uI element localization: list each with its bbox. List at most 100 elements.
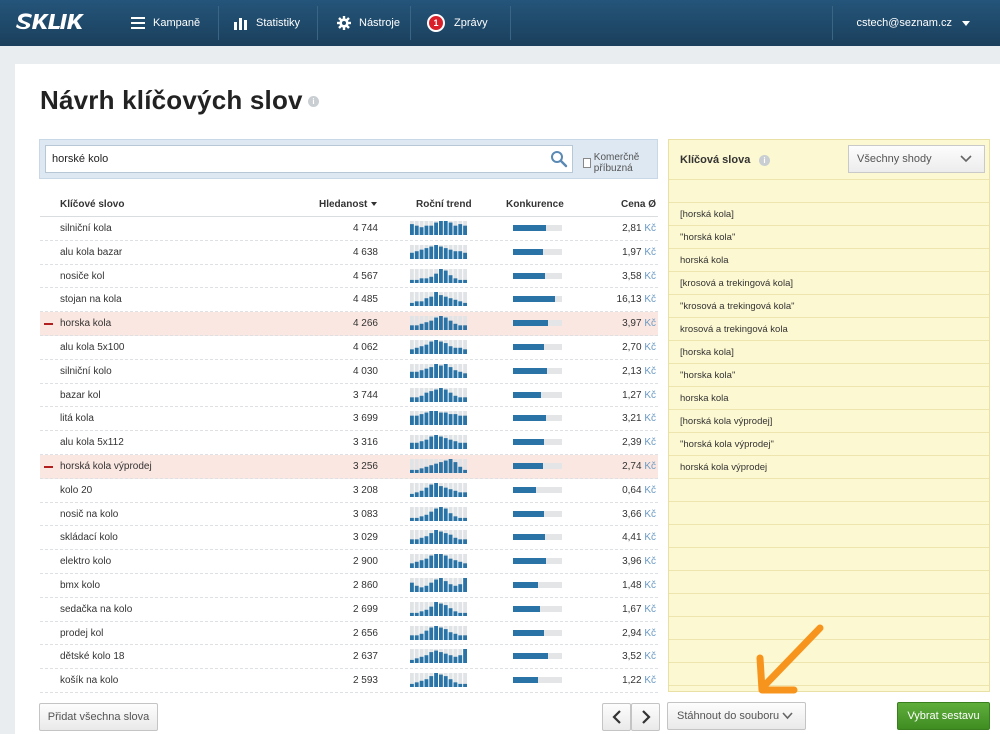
add-all-words-button[interactable]: Přidat všechna slova: [39, 703, 158, 731]
row-keyword[interactable]: bazar kol: [60, 390, 101, 401]
row-keyword[interactable]: silniční kolo: [60, 366, 112, 377]
row-keyword[interactable]: sedačka na kolo: [60, 604, 132, 615]
trend-bar: [414, 612, 419, 616]
search-icon[interactable]: [550, 150, 568, 168]
row-keyword[interactable]: nosič na kolo: [60, 509, 118, 520]
row-keyword[interactable]: horska kola: [60, 318, 111, 329]
table-row[interactable]: skládací kolo 3 029 4,41 Kč: [40, 526, 658, 551]
row-trend-sparkline: [410, 673, 467, 688]
trend-bar: [424, 466, 429, 473]
next-page-button[interactable]: [631, 703, 660, 731]
caret-down-icon: [962, 20, 970, 26]
choose-report-button[interactable]: Vybrat sestavu: [897, 702, 990, 730]
table-row[interactable]: alu kola bazar 4 638 1,97 Kč: [40, 241, 658, 265]
row-trend-sparkline: [410, 363, 467, 378]
user-menu[interactable]: cstech@seznam.cz: [856, 0, 970, 46]
table-row[interactable]: silniční kola 4 744 2,81 Kč: [40, 217, 658, 241]
row-price: 1,27 Kč: [600, 390, 656, 401]
search-bar: Komerčně příbuzná: [39, 139, 658, 179]
info-icon[interactable]: i: [308, 96, 319, 107]
row-trend-sparkline: [410, 411, 467, 426]
table-row[interactable]: horská kola výprodej 3 256 2,74 Kč: [40, 454, 658, 479]
row-keyword[interactable]: horská kola výprodej: [60, 461, 152, 472]
selected-keyword-item[interactable]: horská kola výprodej: [669, 456, 989, 479]
table-row[interactable]: dětské kolo 18 2 637 3,52 Kč: [40, 645, 658, 670]
row-keyword[interactable]: dětské kolo 18: [60, 651, 125, 662]
trend-bar: [448, 320, 453, 331]
nav-messages[interactable]: 1 Zprávy: [427, 0, 488, 46]
download-to-file-button[interactable]: Stáhnout do souboru: [667, 702, 806, 730]
row-keyword[interactable]: stojan na kola: [60, 294, 122, 305]
table-row[interactable]: bmx kolo 2 860 1,48 Kč: [40, 574, 658, 598]
nav-tools[interactable]: Nástroje: [337, 0, 400, 46]
trend-bar: [439, 295, 443, 307]
table-row[interactable]: sedačka na kolo 2 699 1,67 Kč: [40, 598, 658, 622]
table-row[interactable]: kolo 20 3 208 0,64 Kč: [40, 479, 658, 503]
table-row[interactable]: litá kola 3 699 3,21 Kč: [40, 407, 658, 432]
row-keyword[interactable]: nosiče kol: [60, 271, 104, 282]
nav-campaigns[interactable]: Kampaně: [131, 0, 200, 46]
row-keyword[interactable]: skládací kolo: [60, 532, 118, 543]
table-row[interactable]: elektro kolo 2 900 3,96 Kč: [40, 550, 658, 574]
currency: Kč: [644, 223, 656, 234]
checkbox-box[interactable]: [583, 158, 591, 168]
table-row[interactable]: nosič na kolo 3 083 3,66 Kč: [40, 503, 658, 527]
row-keyword[interactable]: prodej kol: [60, 628, 103, 639]
info-icon[interactable]: i: [759, 155, 770, 166]
row-searches: 3 208: [352, 484, 378, 496]
row-keyword[interactable]: silniční kola: [60, 223, 112, 234]
selected-keyword-item[interactable]: [horská kola výprodej]: [669, 410, 989, 433]
row-keyword[interactable]: alu kola 5x100: [60, 342, 125, 353]
table-row[interactable]: horska kola 4 266 3,97 Kč: [40, 312, 658, 336]
selected-keyword-item[interactable]: [horska kola]: [669, 341, 989, 364]
row-keyword[interactable]: alu kola 5x112: [60, 437, 124, 448]
column-keyword[interactable]: Klíčové slovo: [60, 199, 124, 210]
previous-page-button[interactable]: [602, 703, 631, 731]
message-count-badge: 1: [427, 14, 445, 32]
table-row[interactable]: alu kola 5x112 3 316 2,39 Kč: [40, 431, 658, 455]
trend-bar: [414, 325, 419, 331]
column-competition[interactable]: Konkurence: [506, 199, 564, 210]
row-keyword[interactable]: kolo 20: [60, 485, 92, 496]
table-row[interactable]: nosiče kol 4 567 3,58 Kč: [40, 265, 658, 289]
price-value: 3,58: [622, 270, 642, 282]
table-row[interactable]: bazar kol 3 744 1,27 Kč: [40, 384, 658, 408]
row-keyword[interactable]: litá kola: [60, 413, 94, 424]
selected-keyword-item[interactable]: krosová a trekingová kola: [669, 318, 989, 341]
row-keyword[interactable]: elektro kolo: [60, 556, 111, 567]
trend-bar: [434, 650, 438, 664]
match-type-select[interactable]: Všechny shody: [848, 145, 985, 173]
trend-bar: [443, 247, 448, 259]
table-row[interactable]: stojan na kola 4 485 16,13 Kč: [40, 288, 658, 313]
selected-keywords-title: Klíčová slova: [680, 154, 751, 166]
sklik-logo[interactable]: [14, 10, 94, 36]
row-keyword[interactable]: bmx kolo: [60, 580, 100, 591]
row-competition-bar: [513, 272, 562, 279]
selected-keyword-item[interactable]: horská kola: [669, 249, 989, 272]
commercial-related-checkbox[interactable]: Komerčně příbuzná: [583, 152, 657, 174]
keyword-search-input[interactable]: [45, 145, 573, 173]
table-row[interactable]: košík na kolo 2 593 1,22 Kč: [40, 669, 658, 693]
selected-keyword-item[interactable]: "horská kola výprodej": [669, 433, 989, 456]
selected-keyword-item[interactable]: [krosová a trekingová kola]: [669, 272, 989, 295]
table-row[interactable]: prodej kol 2 656 2,94 Kč: [40, 622, 658, 646]
selected-keyword-item[interactable]: "horská kola": [669, 226, 989, 249]
trend-bar: [448, 655, 453, 664]
row-keyword[interactable]: košík na kolo: [60, 675, 118, 686]
competition-fill: [513, 248, 544, 255]
trend-bar: [419, 515, 424, 521]
nav-statistics[interactable]: Statistiky: [234, 0, 300, 46]
remove-icon[interactable]: [44, 465, 53, 468]
remove-icon[interactable]: [44, 323, 53, 326]
selected-keyword-item[interactable]: [horská kola]: [669, 203, 989, 226]
column-price[interactable]: Cena Ø: [621, 199, 656, 210]
table-row[interactable]: silniční kolo 4 030 2,13 Kč: [40, 360, 658, 384]
trend-bar: [414, 225, 419, 235]
row-keyword[interactable]: alu kola bazar: [60, 247, 122, 258]
currency: Kč: [644, 627, 656, 639]
selected-keyword-item[interactable]: "krosová a trekingová kola": [669, 295, 989, 318]
table-row[interactable]: alu kola 5x100 4 062 2,70 Kč: [40, 336, 658, 360]
column-searches[interactable]: Hledanost: [319, 199, 378, 210]
selected-keyword-item[interactable]: "horska kola": [669, 364, 989, 387]
selected-keyword-item[interactable]: horska kola: [669, 387, 989, 410]
